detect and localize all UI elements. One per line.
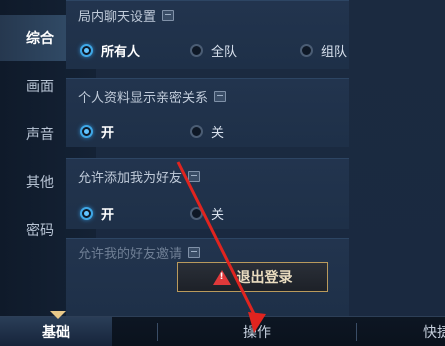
annotation-arrow-overlay (176, 161, 266, 333)
annotation-arrowhead (248, 312, 266, 333)
annotation-arrow-line (176, 161, 260, 323)
